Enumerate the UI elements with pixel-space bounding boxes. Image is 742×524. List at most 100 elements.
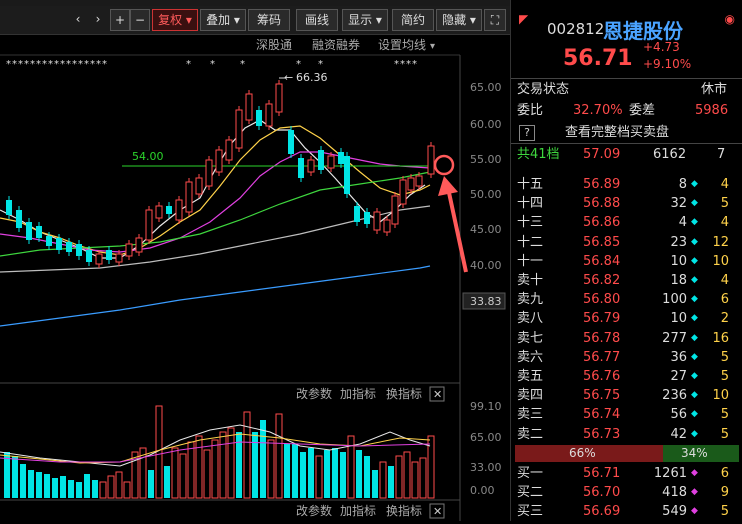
volume-bar <box>260 420 266 498</box>
ask-volume: 42 <box>670 426 687 442</box>
depth-total-volume: 6162 <box>653 147 687 162</box>
candle-body <box>288 130 294 154</box>
candle-body <box>373 211 381 231</box>
full-depth-row[interactable]: ? 查看完整档买卖盘 <box>511 123 742 142</box>
volume-bar <box>324 450 330 498</box>
sub-switch-indicator-button[interactable]: 换指标 <box>386 386 422 401</box>
bid-level-label: 买三 <box>517 504 544 520</box>
ask-volume: 10 <box>670 311 687 327</box>
candle-body <box>16 210 22 228</box>
ask-row[interactable]: 卖七 56.78 277 ◆ 16 <box>511 329 742 348</box>
ask-row[interactable]: 卖六 56.77 36 ◆ 5 <box>511 348 742 367</box>
ask-row[interactable]: 十四 56.88 32 ◆ 5 <box>511 194 742 213</box>
ma-line-white <box>0 119 426 259</box>
diamond-icon: ◆ <box>691 198 698 209</box>
volume-bar <box>123 481 131 499</box>
trade-status-row: 交易状态 休市 <box>511 80 742 99</box>
volume-bar <box>364 456 370 498</box>
price-change-pct: +9.10% <box>643 57 692 71</box>
sub-y-tick: 65.00 <box>470 431 502 444</box>
volume-bar <box>20 464 26 498</box>
bid-price: 56.70 <box>583 485 621 501</box>
ask-row[interactable]: 卖九 56.80 100 ◆ 6 <box>511 290 742 309</box>
bid-row[interactable]: 买二 56.70 418 ◆ 9 <box>511 483 742 502</box>
full-depth-link[interactable]: 查看完整档买卖盘 <box>565 123 669 142</box>
diamond-icon: ◆ <box>691 371 698 381</box>
ask-price: 56.76 <box>583 369 621 384</box>
draw-line-button[interactable]: 画线 <box>296 9 338 31</box>
weicha-value: 5986 <box>695 103 729 118</box>
bid-row[interactable]: 买一 56.71 1261 ◆ 6 <box>511 464 742 483</box>
ask-row[interactable]: 十五 56.89 8 ◆ 4 <box>511 175 742 194</box>
high-label-value: 66.36 <box>296 71 328 84</box>
ask-volume: 23 <box>670 234 687 250</box>
weibi-row: 委比 32.70% 委差 5986 <box>511 101 742 120</box>
ask-volume: 277 <box>662 330 687 346</box>
footer-change-param-button[interactable]: 改参数 <box>296 503 332 518</box>
bid-level-label: 买一 <box>517 466 544 481</box>
depth-total-label: 共41档 <box>517 147 560 162</box>
ask-row[interactable]: 卖五 56.76 27 ◆ 5 <box>511 367 742 386</box>
ask-volume: 56 <box>670 407 687 423</box>
ask-row[interactable]: 十二 56.85 23 ◆ 12 <box>511 233 742 252</box>
info-icon[interactable]: ◉ <box>725 12 735 26</box>
ma-settings-dropdown[interactable]: 设置均线 <box>378 38 426 52</box>
ask-row[interactable]: 卖二 56.73 42 ◆ 5 <box>511 425 742 444</box>
ask-level-label: 十二 <box>517 234 544 250</box>
margin-button[interactable]: 融资融券 <box>312 37 360 52</box>
volume-bar <box>388 466 394 498</box>
simple-mode-button[interactable]: 简约 <box>392 9 434 31</box>
diamond-icon: ◆ <box>691 428 698 439</box>
ask-row[interactable]: 卖十 56.82 18 ◆ 4 <box>511 271 742 290</box>
volume-bar <box>315 455 323 499</box>
display-dropdown[interactable]: 显示 ▾ <box>342 9 388 31</box>
nav-left-button[interactable]: ‹ <box>68 9 88 29</box>
zoom-out-button[interactable]: − <box>130 9 150 31</box>
hide-dropdown[interactable]: 隐藏 ▾ <box>436 9 482 31</box>
overlay-dropdown[interactable]: 叠加 ▾ <box>200 9 246 31</box>
bid-price: 56.71 <box>583 466 621 481</box>
diamond-icon: ◆ <box>691 255 698 266</box>
adjust-dropdown[interactable]: 复权 ▾ <box>152 9 198 31</box>
ask-level-label: 卖三 <box>517 407 544 423</box>
ask-level-label: 卖九 <box>517 292 544 308</box>
kline-svg: 深股通 融资融券 设置均线 ▾ ***************** * * * … <box>0 37 506 521</box>
ask-price: 56.84 <box>583 253 621 269</box>
depth-total-price: 57.09 <box>583 147 621 162</box>
bid-row[interactable]: 买三 56.69 549 ◆ 5 <box>511 502 742 521</box>
chips-button[interactable]: 筹码 <box>248 9 290 31</box>
sz-link-button[interactable]: 深股通 <box>256 38 292 52</box>
ask-volume: 18 <box>670 273 687 288</box>
ask-row[interactable]: 十一 56.84 10 ◆ 10 <box>511 252 742 271</box>
ask-row[interactable]: 卖四 56.75 236 ◆ 10 <box>511 386 742 405</box>
sub-add-indicator-button[interactable]: 加指标 <box>340 386 376 401</box>
annotation-arrow-head <box>438 176 458 196</box>
candle-body <box>6 200 12 215</box>
ask-count: 10 <box>712 388 729 404</box>
ask-row[interactable]: 卖三 56.74 56 ◆ 5 <box>511 405 742 424</box>
volume-bar <box>115 471 123 499</box>
hide-label: 隐藏 <box>442 13 467 27</box>
candle-body <box>125 243 133 257</box>
ask-row[interactable]: 十三 56.86 4 ◆ 4 <box>511 213 742 232</box>
expand-icon[interactable]: ⛶ <box>484 9 506 31</box>
ask-row[interactable]: 卖八 56.79 10 ◆ 2 <box>511 309 742 328</box>
help-icon: ? <box>519 125 535 141</box>
ratio-bar: 66% 34% <box>515 445 739 462</box>
volume-bar <box>395 455 403 499</box>
level-line-label: 54.00 <box>132 150 164 163</box>
candle-body <box>66 242 72 252</box>
candle-body <box>175 199 183 221</box>
candle-body <box>235 109 243 149</box>
footer-switch-indicator-button[interactable]: 换指标 <box>386 503 422 518</box>
zoom-in-button[interactable]: + <box>110 9 130 31</box>
candle-body <box>145 209 153 241</box>
buy-ratio-label: 34% <box>681 446 708 460</box>
sub-change-param-button[interactable]: 改参数 <box>296 386 332 401</box>
nav-right-button[interactable]: › <box>88 9 108 29</box>
close-icon: ✕ <box>433 388 442 401</box>
volume-bar <box>275 413 283 499</box>
footer-add-indicator-button[interactable]: 加指标 <box>340 503 376 518</box>
ask-level-label: 卖七 <box>517 330 544 346</box>
current-level-label: 33.83 <box>470 295 502 308</box>
